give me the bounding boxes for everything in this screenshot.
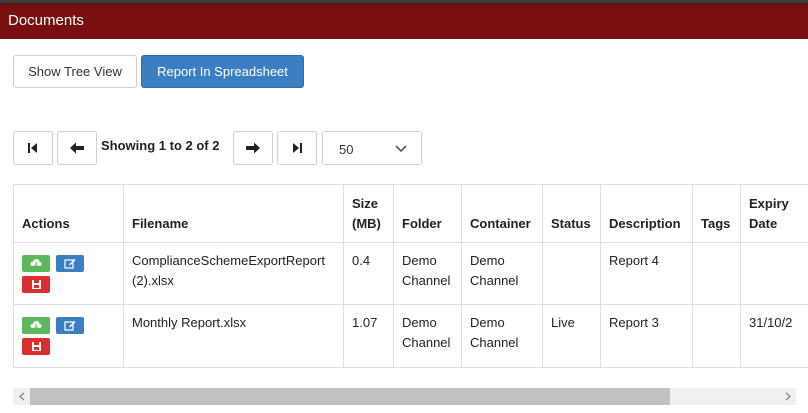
chevron-down-icon [395, 145, 407, 153]
row-tags [692, 304, 741, 368]
header-filename[interactable]: Filename [123, 184, 344, 243]
row-container: Demo Channel [461, 304, 543, 368]
row-folder: Demo Channel [393, 242, 462, 305]
scroll-left-button[interactable] [13, 388, 30, 405]
header-folder[interactable]: Folder [393, 184, 462, 243]
cloud-download-icon [30, 321, 42, 331]
header-size[interactable]: Size (MB) [343, 184, 394, 243]
edit-icon [64, 259, 76, 269]
row-size: 1.07 [343, 304, 394, 368]
cloud-download-icon [30, 259, 42, 269]
arrow-right-icon [246, 142, 260, 154]
save-icon [31, 342, 41, 351]
pager-status: Showing 1 to 2 of 2 [101, 138, 220, 153]
delete-button[interactable] [22, 338, 50, 355]
header-size-line1: Size [352, 196, 379, 211]
row-status: Live [542, 304, 601, 368]
row-expiry: 31/10/2 [740, 304, 808, 368]
header-actions[interactable]: Actions [13, 184, 124, 243]
header-expiry-line2: Date [749, 216, 778, 231]
header-size-line2: (MB) [352, 216, 381, 231]
table-header-row: Actions Filename Size (MB) Folder Contain… [13, 184, 808, 243]
container-line2: Channel [470, 273, 519, 288]
first-page-button[interactable] [13, 131, 53, 165]
row-description: Report 3 [600, 304, 693, 368]
header-expiry[interactable]: Expiry Date [740, 184, 808, 243]
container-line1: Demo [470, 253, 505, 268]
folder-line1: Demo [402, 315, 437, 330]
row-size: 0.4 [343, 242, 394, 305]
last-page-button[interactable] [277, 131, 317, 165]
scrollbar-thumb[interactable] [30, 388, 670, 405]
row-filename: ComplianceSchemeExportReport (2).xlsx [123, 242, 344, 305]
download-button[interactable] [22, 255, 50, 272]
show-tree-view-button[interactable]: Show Tree View [13, 55, 137, 88]
last-page-icon [293, 143, 302, 153]
header-tags[interactable]: Tags [692, 184, 741, 243]
page-size-select[interactable]: 50 [322, 131, 422, 165]
header-description[interactable]: Description [600, 184, 693, 243]
folder-line1: Demo [402, 253, 437, 268]
folder-line2: Channel [402, 335, 451, 350]
download-button[interactable] [22, 317, 50, 334]
row-folder: Demo Channel [393, 304, 462, 368]
row-container: Demo Channel [461, 242, 543, 305]
row-actions [13, 304, 124, 368]
row-tags [692, 242, 741, 305]
scroll-right-button[interactable] [779, 388, 796, 405]
edit-button[interactable] [56, 255, 84, 272]
delete-button[interactable] [22, 276, 50, 293]
edit-button[interactable] [56, 317, 84, 334]
row-expiry [740, 242, 808, 305]
chevron-left-icon [18, 392, 24, 401]
container-line1: Demo [470, 315, 505, 330]
row-actions [13, 242, 124, 305]
header-status[interactable]: Status [542, 184, 601, 243]
filename-line1: ComplianceSchemeExportReport [132, 253, 325, 268]
previous-page-button[interactable] [57, 131, 97, 165]
row-filename: Monthly Report.xlsx [123, 304, 344, 368]
report-in-spreadsheet-button[interactable]: Report In Spreadsheet [141, 55, 304, 88]
horizontal-scrollbar[interactable] [13, 388, 796, 405]
table-row[interactable]: Monthly Report.xlsx 1.07 Demo Channel Dem… [13, 304, 808, 368]
page-size-value: 50 [339, 142, 354, 157]
header-container[interactable]: Container [461, 184, 543, 243]
documents-table-container[interactable]: Actions Filename Size (MB) Folder Contain… [13, 184, 808, 368]
edit-icon [64, 321, 76, 331]
next-page-button[interactable] [233, 131, 273, 165]
header-expiry-line1: Expiry [749, 196, 789, 211]
row-description: Report 4 [600, 242, 693, 305]
table-row[interactable]: ComplianceSchemeExportReport (2).xlsx 0.4… [13, 242, 808, 305]
arrow-left-icon [70, 142, 84, 154]
documents-table: Actions Filename Size (MB) Folder Contain… [13, 184, 808, 368]
filename-line2: (2).xlsx [132, 273, 174, 288]
folder-line2: Channel [402, 273, 451, 288]
save-icon [31, 280, 41, 289]
container-line2: Channel [470, 335, 519, 350]
row-status [542, 242, 601, 305]
chevron-right-icon [785, 392, 791, 401]
window-title: Documents [8, 12, 84, 29]
first-page-icon [28, 143, 37, 153]
filename-line1: Monthly Report.xlsx [132, 315, 247, 330]
window-titlebar: Documents [0, 0, 808, 39]
